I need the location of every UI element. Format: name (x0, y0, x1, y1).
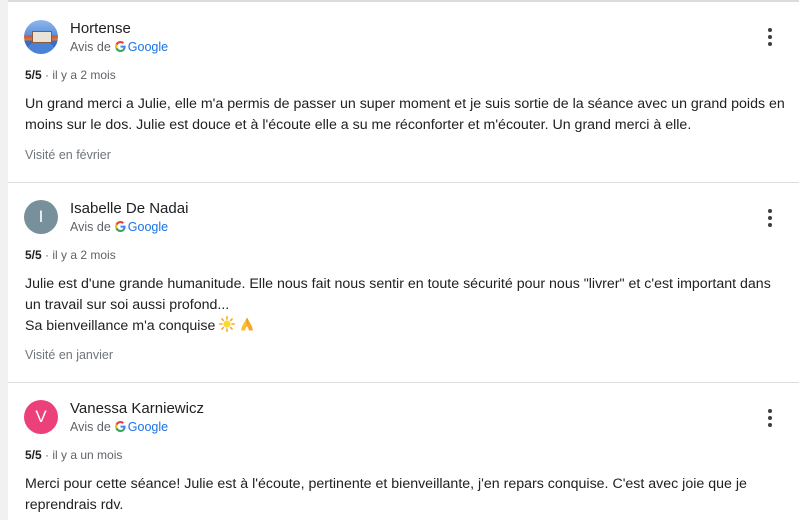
more-vert-icon (768, 28, 772, 32)
menu-dot (768, 35, 772, 39)
review-text-line: Un grand merci a Julie, elle m'a permis … (25, 96, 785, 112)
source-prefix: Avis de (70, 40, 111, 54)
menu-dot (768, 216, 772, 220)
rating-line: 5/5 · il y a un mois (25, 448, 122, 462)
menu-dot (768, 42, 772, 46)
review-card: Hortense Avis de Google 5/5 · il y a 2 m… (8, 0, 799, 182)
praying-hands-icon (241, 317, 254, 331)
review-text-line: Sa bienveillance m'a conquise (25, 318, 216, 334)
reviewer-name[interactable]: Hortense (70, 20, 131, 37)
more-vert-icon (768, 409, 772, 413)
rating-score: 5/5 (25, 448, 42, 462)
review-text: Julie est d'une grande humanitude. Elle … (25, 274, 787, 337)
more-options-button[interactable] (760, 409, 780, 429)
review-time: · il y a 2 mois (45, 68, 116, 82)
review-time: · il y a 2 mois (45, 248, 116, 262)
source-prefix: Avis de (70, 220, 111, 234)
menu-dot (768, 223, 772, 227)
review-text-line-with-emoji: Sa bienveillance m'a conquise (25, 316, 787, 337)
more-options-button[interactable] (760, 28, 780, 48)
sun-icon (219, 316, 236, 332)
reviewer-name[interactable]: Vanessa Karniewicz (70, 400, 204, 417)
rating-line: 5/5 · il y a 2 mois (25, 68, 116, 82)
review-time: · il y a un mois (45, 448, 123, 462)
review-source: Avis de Google (70, 40, 168, 54)
google-g-icon (114, 41, 126, 52)
review-text-line: moins sur le dos. Julie est douce et à l… (25, 117, 692, 133)
rating-line: 5/5 · il y a 2 mois (25, 248, 116, 262)
review-source: Avis de Google (70, 420, 168, 434)
review-card: V Vanessa Karniewicz Avis de Google 5/5 … (8, 383, 799, 520)
review-text-line: reprendrais rdv. (25, 497, 124, 513)
source-brand[interactable]: Google (128, 220, 168, 234)
review-text: Merci pour cette séance! Julie est à l'é… (25, 474, 787, 516)
review-text-line: un travail sur soi aussi profond... (25, 297, 230, 313)
rating-score: 5/5 (25, 68, 42, 82)
reviewer-name[interactable]: Isabelle De Nadai (70, 200, 188, 217)
review-text: Un grand merci a Julie, elle m'a permis … (25, 94, 787, 136)
source-brand[interactable]: Google (128, 40, 168, 54)
google-g-icon (114, 421, 126, 432)
rating-score: 5/5 (25, 248, 42, 262)
review-text-line: Julie est d'une grande humanitude. Elle … (25, 276, 771, 292)
more-options-button[interactable] (760, 209, 780, 229)
google-g-icon (114, 221, 126, 232)
review-source: Avis de Google (70, 220, 168, 234)
reviews-panel: Hortense Avis de Google 5/5 · il y a 2 m… (8, 0, 799, 520)
visited-date: Visité en février (25, 148, 111, 162)
menu-dot (768, 423, 772, 427)
reviewer-avatar[interactable] (24, 20, 58, 54)
source-prefix: Avis de (70, 420, 111, 434)
review-text-line: Merci pour cette séance! Julie est à l'é… (25, 476, 747, 492)
review-card: I Isabelle De Nadai Avis de Google 5/5 ·… (8, 183, 799, 382)
source-brand[interactable]: Google (128, 420, 168, 434)
menu-dot (768, 416, 772, 420)
more-vert-icon (768, 209, 772, 213)
reviewer-avatar[interactable]: V (24, 400, 58, 434)
reviewer-avatar[interactable]: I (24, 200, 58, 234)
visited-date: Visité en janvier (25, 348, 114, 362)
